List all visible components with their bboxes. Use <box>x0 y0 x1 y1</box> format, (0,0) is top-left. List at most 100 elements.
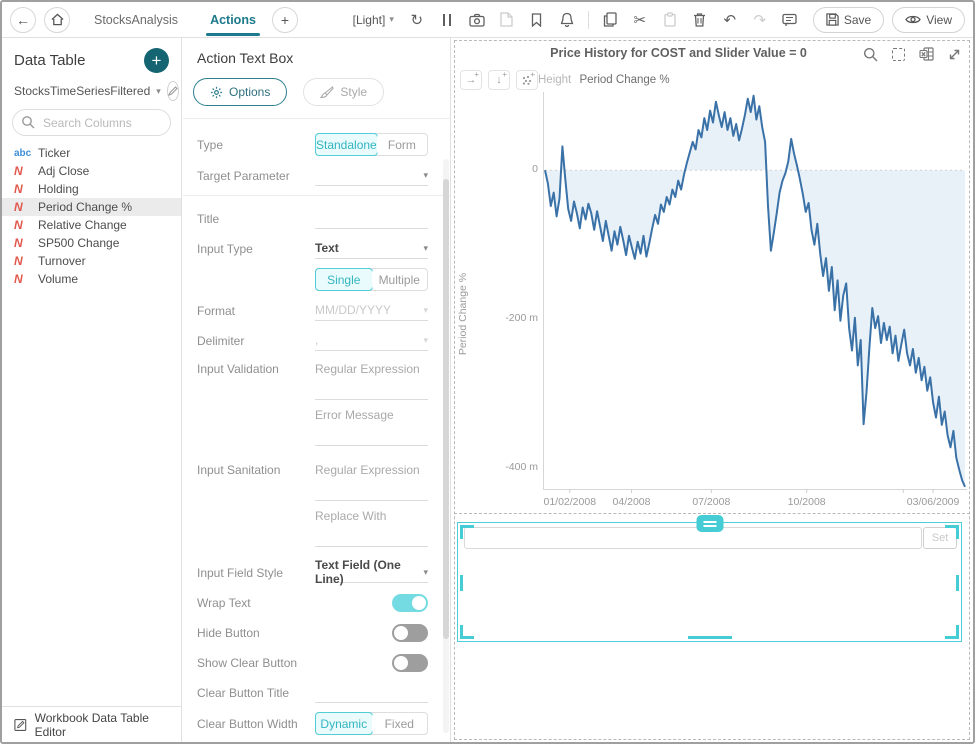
multiple-button[interactable]: Multiple <box>371 269 427 290</box>
column-item[interactable]: N Relative Change <box>2 216 181 234</box>
validation-regex-input[interactable]: Regular Expression <box>315 360 428 400</box>
rubber-band-select-button[interactable] <box>889 45 907 63</box>
selection-corner-bottom-left[interactable] <box>460 625 474 639</box>
drag-handle[interactable] <box>696 515 723 532</box>
input-field-style-select[interactable]: Text Field (One Line) ▾ <box>315 558 428 586</box>
scrollbar-thumb[interactable] <box>443 179 449 639</box>
pause-button[interactable] <box>435 8 459 32</box>
textbox-input-field[interactable] <box>464 527 922 549</box>
input-type-select[interactable]: Text ▾ <box>315 238 428 259</box>
price-history-chart[interactable] <box>543 92 967 493</box>
chart-zoom-button[interactable] <box>861 45 879 63</box>
tab-stocksanalysis[interactable]: StocksAnalysis <box>78 2 194 38</box>
numeric-column-icon: N <box>14 182 23 196</box>
validation-error-message-input[interactable]: Error Message <box>315 406 428 446</box>
selection-corner-bottom-right[interactable] <box>945 625 959 639</box>
sanitation-regex-input[interactable]: Regular Expression <box>315 461 428 501</box>
column-item[interactable]: N Turnover <box>2 252 181 270</box>
column-item[interactable]: N SP500 Change <box>2 234 181 252</box>
delete-button[interactable] <box>688 8 712 32</box>
column-item[interactable]: N Period Change % <box>2 198 181 216</box>
target-parameter-select[interactable]: ▾ <box>315 165 428 186</box>
options-scrollbar[interactable] <box>443 159 449 733</box>
column-item[interactable]: N Adj Close <box>2 162 181 180</box>
title-input[interactable] <box>315 208 428 229</box>
pdf-file-icon <box>500 12 513 27</box>
action-textbox-part[interactable]: Set <box>457 515 962 642</box>
fixed-button[interactable]: Fixed <box>371 713 427 734</box>
hide-button-toggle[interactable] <box>392 623 428 642</box>
add-data-table-button[interactable]: + <box>144 48 169 73</box>
cut-button[interactable]: ✂ <box>628 8 652 32</box>
chevron-down-icon[interactable]: ▾ <box>156 86 161 97</box>
workbook-data-table-editor-button[interactable]: Workbook Data Table Editor <box>2 706 181 742</box>
redo-button[interactable]: ↷ <box>748 8 772 32</box>
export-excel-button[interactable] <box>917 45 935 63</box>
comments-button[interactable] <box>778 8 802 32</box>
chevron-down-icon: ▾ <box>423 242 428 253</box>
action-textbox-options-panel: Action Text Box Options Style Type Stand… <box>183 38 451 742</box>
export-pdf-button[interactable] <box>495 8 519 32</box>
wrap-text-label: Wrap Text <box>197 595 251 610</box>
type-form-button[interactable]: Form <box>376 134 427 155</box>
chevron-down-icon: ▾ <box>423 566 428 577</box>
eye-icon <box>905 15 921 24</box>
wrap-text-toggle[interactable] <box>392 593 428 612</box>
column-item[interactable]: abc Ticker <box>2 144 181 162</box>
single-button[interactable]: Single <box>315 268 373 291</box>
delimiter-select[interactable]: , ▾ <box>315 330 428 351</box>
section-divider <box>183 195 450 196</box>
add-points-button[interactable]: + <box>516 70 538 90</box>
data-table-sidebar: Data Table + StocksTimeSeriesFiltered ▾ … <box>2 38 182 742</box>
numeric-column-icon: N <box>14 200 23 214</box>
show-clear-button-toggle[interactable] <box>392 653 428 672</box>
resize-handle-left[interactable] <box>460 575 463 591</box>
chart-area-fill <box>545 95 965 487</box>
sidebar-title: Data Table <box>14 52 86 69</box>
x-tick-label: 04/2008 <box>612 496 651 508</box>
home-button[interactable] <box>44 6 70 33</box>
theme-dropdown[interactable]: [Light] ▾ <box>353 13 394 27</box>
notifications-button[interactable] <box>555 8 579 32</box>
column-label: Turnover <box>38 254 86 268</box>
pause-icon <box>442 13 451 26</box>
column-list: abc Ticker N Adj Close N Holding N Period Chang… <box>2 144 181 288</box>
dynamic-button[interactable]: Dynamic <box>315 712 373 735</box>
set-button[interactable]: Set <box>923 527 957 549</box>
back-arrow-icon: ← <box>16 11 30 28</box>
refresh-button[interactable]: ↻ <box>405 8 429 32</box>
tab-actions[interactable]: Actions <box>194 2 272 38</box>
save-label: Save <box>843 12 872 27</box>
maximize-button[interactable] <box>945 45 963 63</box>
brush-icon <box>320 85 334 98</box>
format-select[interactable]: MM/DD/YYYY ▾ <box>315 300 428 321</box>
search-columns-input[interactable] <box>12 109 171 136</box>
options-tab-button[interactable]: Options <box>193 78 288 106</box>
resize-handle-right[interactable] <box>956 575 959 591</box>
view-button[interactable]: View <box>892 6 965 33</box>
sanitation-replace-with-input[interactable]: Replace With <box>315 507 428 547</box>
height-shelf-value[interactable]: Period Change % <box>579 74 669 86</box>
toolbar-divider <box>587 10 589 29</box>
add-tab-button[interactable]: + <box>271 6 298 33</box>
copy-button[interactable] <box>598 8 622 32</box>
column-item[interactable]: N Holding <box>2 180 181 198</box>
column-item[interactable]: N Volume <box>2 270 181 288</box>
clear-button-title-input[interactable] <box>315 682 428 703</box>
save-button[interactable]: Save <box>812 6 885 33</box>
add-x-axis-button[interactable]: → + <box>460 70 482 90</box>
x-tick-label: 03/06/2009 <box>906 496 960 508</box>
paste-button[interactable] <box>658 8 682 32</box>
type-standalone-button[interactable]: Standalone <box>315 133 378 156</box>
dataset-selector[interactable]: StocksTimeSeriesFiltered <box>14 84 150 98</box>
bookmark-button[interactable] <box>525 8 549 32</box>
undo-button[interactable]: ↶ <box>718 8 742 32</box>
excel-export-icon <box>918 47 934 61</box>
resize-handle-bottom[interactable] <box>687 636 732 639</box>
top-toolbar: ← StocksAnalysis Actions + [Light] ▾ ↻ ✂… <box>2 2 973 38</box>
edit-dataset-button[interactable] <box>166 81 179 101</box>
snapshot-button[interactable] <box>465 8 489 32</box>
style-tab-button[interactable]: Style <box>303 78 385 106</box>
back-button[interactable]: ← <box>10 6 36 33</box>
add-y-axis-button[interactable]: ↓ + <box>488 70 510 90</box>
